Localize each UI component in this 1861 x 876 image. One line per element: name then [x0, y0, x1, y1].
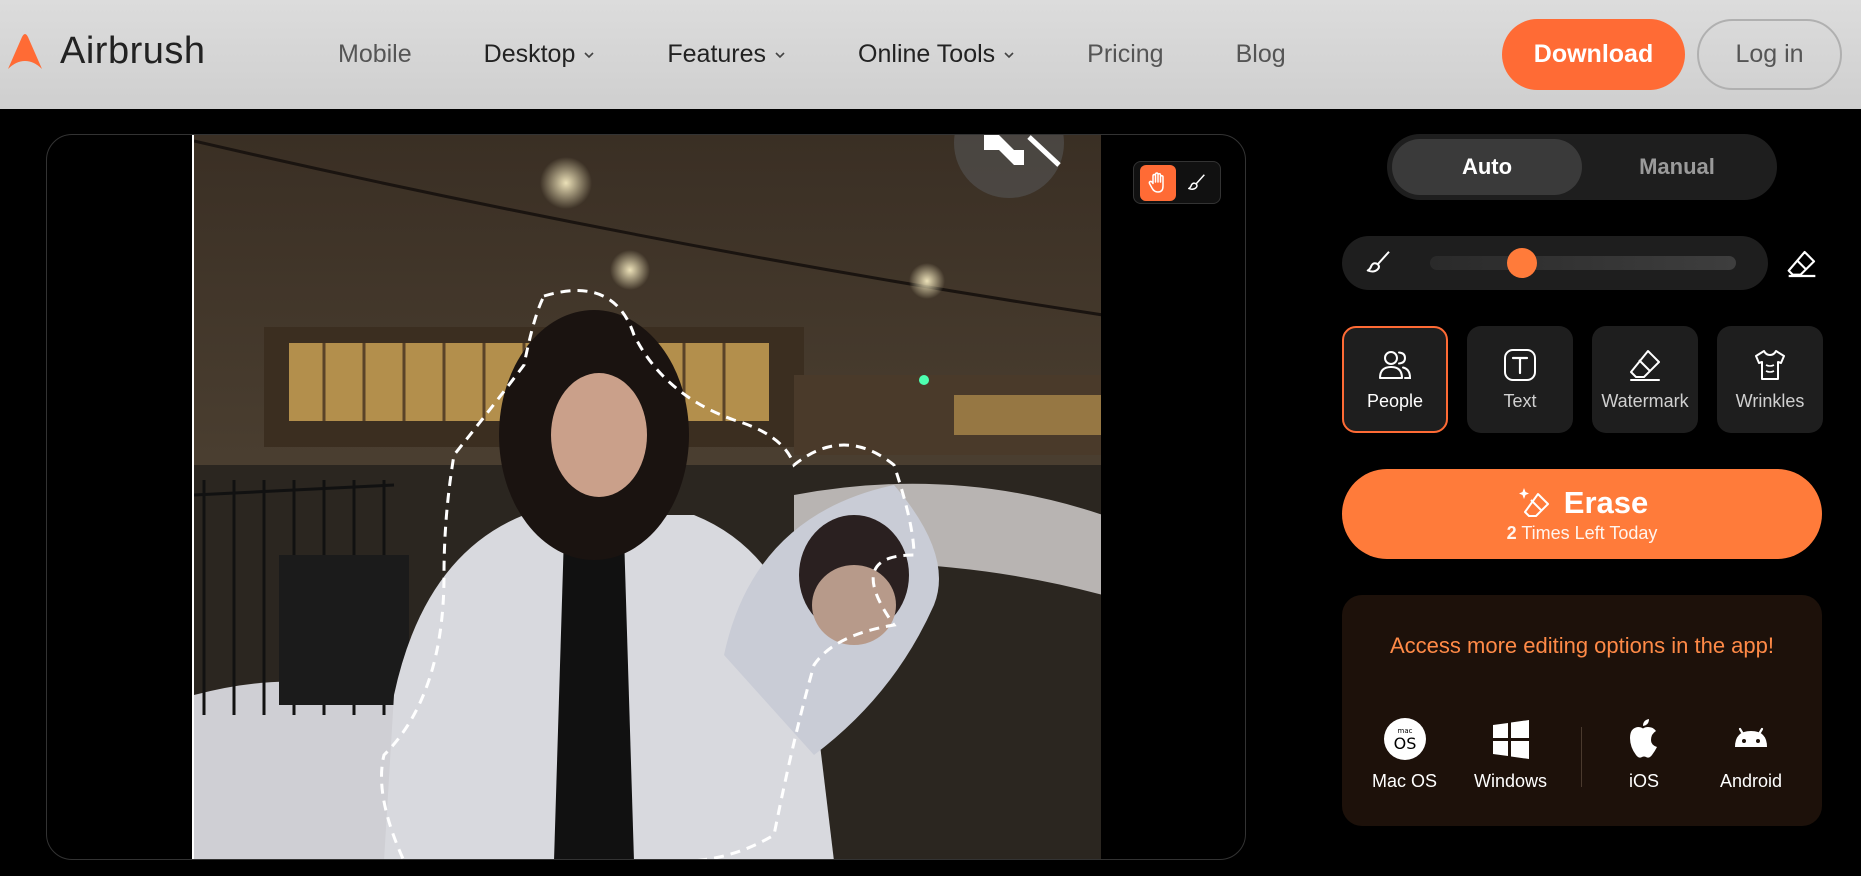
nav-link-features[interactable]: Features: [667, 40, 786, 69]
photo-scene: [194, 135, 1101, 859]
nav-link-label: Blog: [1235, 40, 1286, 68]
editor-canvas[interactable]: [46, 134, 1246, 860]
login-button[interactable]: Log in: [1697, 19, 1842, 90]
platform-label: Mac OS: [1372, 771, 1438, 791]
brush-tool-button[interactable]: [1179, 165, 1215, 201]
eraser-icon[interactable]: [1786, 248, 1818, 280]
chevron-down-icon: [775, 51, 785, 58]
eraser-icon: [1630, 350, 1660, 381]
erase-remaining: 2 Times Left Today: [1507, 523, 1658, 544]
erase-button-main: Erase: [1516, 485, 1648, 521]
platform-list: mac OS Mac OS Windows iOS Android: [1342, 717, 1822, 797]
mode-toggle: Auto Manual: [1387, 134, 1777, 200]
mode-manual-button[interactable]: Manual: [1582, 139, 1772, 195]
brush-size-thumb[interactable]: [1506, 248, 1537, 278]
nav-link-label: Online Tools: [858, 40, 996, 68]
brush-icon: [1187, 173, 1205, 190]
category-people[interactable]: People: [1342, 326, 1448, 433]
category-label: Wrinkles: [1735, 391, 1805, 411]
category-wrinkles[interactable]: Wrinkles: [1717, 326, 1823, 433]
download-button[interactable]: Download: [1502, 19, 1685, 90]
category-watermark[interactable]: Watermark: [1592, 326, 1698, 433]
category-label: Text: [1503, 391, 1537, 411]
shirt-icon: [1755, 350, 1785, 380]
brush-icon: [1366, 251, 1390, 273]
nav-link-blog[interactable]: Blog: [1236, 40, 1286, 69]
category-label: People: [1366, 391, 1424, 411]
nav-link-mobile[interactable]: Mobile: [338, 40, 412, 69]
sparkle-eraser-icon: [1518, 487, 1549, 517]
hand-tool-button[interactable]: [1139, 164, 1176, 201]
svg-text:OS: OS: [1393, 734, 1416, 753]
platform-label: Android: [1720, 771, 1783, 791]
nav-link-label: Features: [667, 40, 767, 68]
category-label: Watermark: [1601, 391, 1689, 411]
platform-label: iOS: [1628, 771, 1659, 791]
platform-ios[interactable]: iOS: [1622, 717, 1666, 792]
promo-text: Access more editing options in the app!: [1389, 633, 1774, 658]
chevron-down-icon: [1004, 51, 1014, 58]
nav-link-label: Desktop: [483, 40, 576, 68]
macos-icon: mac OS: [1383, 718, 1426, 760]
erase-remaining-text: Times Left Today: [1521, 522, 1658, 543]
category-text[interactable]: Text: [1467, 326, 1573, 433]
android-icon: [1735, 727, 1768, 747]
platform-divider: [1581, 727, 1582, 787]
erase-button[interactable]: Erase 2 Times Left Today: [1342, 469, 1822, 559]
airbrush-logo-icon: [8, 33, 42, 69]
nav-link-label: Pricing: [1087, 40, 1164, 68]
windows-icon: [1492, 720, 1529, 759]
uploaded-photo[interactable]: [192, 135, 1101, 859]
nav-link-desktop[interactable]: Desktop: [484, 40, 596, 69]
nav-links: Mobile Desktop Features Online Tools Pri…: [338, 0, 1286, 109]
brand-logo[interactable]: Airbrush: [4, 30, 206, 73]
chevron-down-icon: [584, 51, 594, 58]
nav-link-label: Mobile: [338, 40, 412, 68]
text-icon: [1504, 349, 1536, 381]
platform-windows[interactable]: Windows: [1474, 717, 1547, 792]
mode-auto-button[interactable]: Auto: [1392, 139, 1582, 195]
people-icon: [1379, 351, 1412, 379]
hand-icon: [1148, 171, 1164, 193]
brush-size-track[interactable]: [1430, 256, 1736, 270]
app-promo-card: Access more editing options in the app! …: [1342, 595, 1822, 826]
apple-icon: [1630, 719, 1657, 758]
platform-label: Windows: [1474, 771, 1548, 791]
erase-count: 2: [1506, 522, 1517, 543]
platform-macos[interactable]: mac OS Mac OS: [1372, 717, 1437, 792]
canvas-tool-toggle: [1133, 161, 1221, 204]
erase-category-row: People Text Watermark Wrinkles: [1342, 326, 1823, 433]
brand-name: Airbrush: [60, 30, 206, 72]
top-navbar: Airbrush Mobile Desktop Features Online …: [0, 0, 1861, 109]
erase-label: Erase: [1563, 484, 1649, 520]
nav-link-pricing[interactable]: Pricing: [1087, 40, 1163, 69]
brush-size-control: [1342, 236, 1768, 290]
platform-android[interactable]: Android: [1720, 717, 1782, 792]
nav-link-online-tools[interactable]: Online Tools: [858, 40, 1015, 69]
